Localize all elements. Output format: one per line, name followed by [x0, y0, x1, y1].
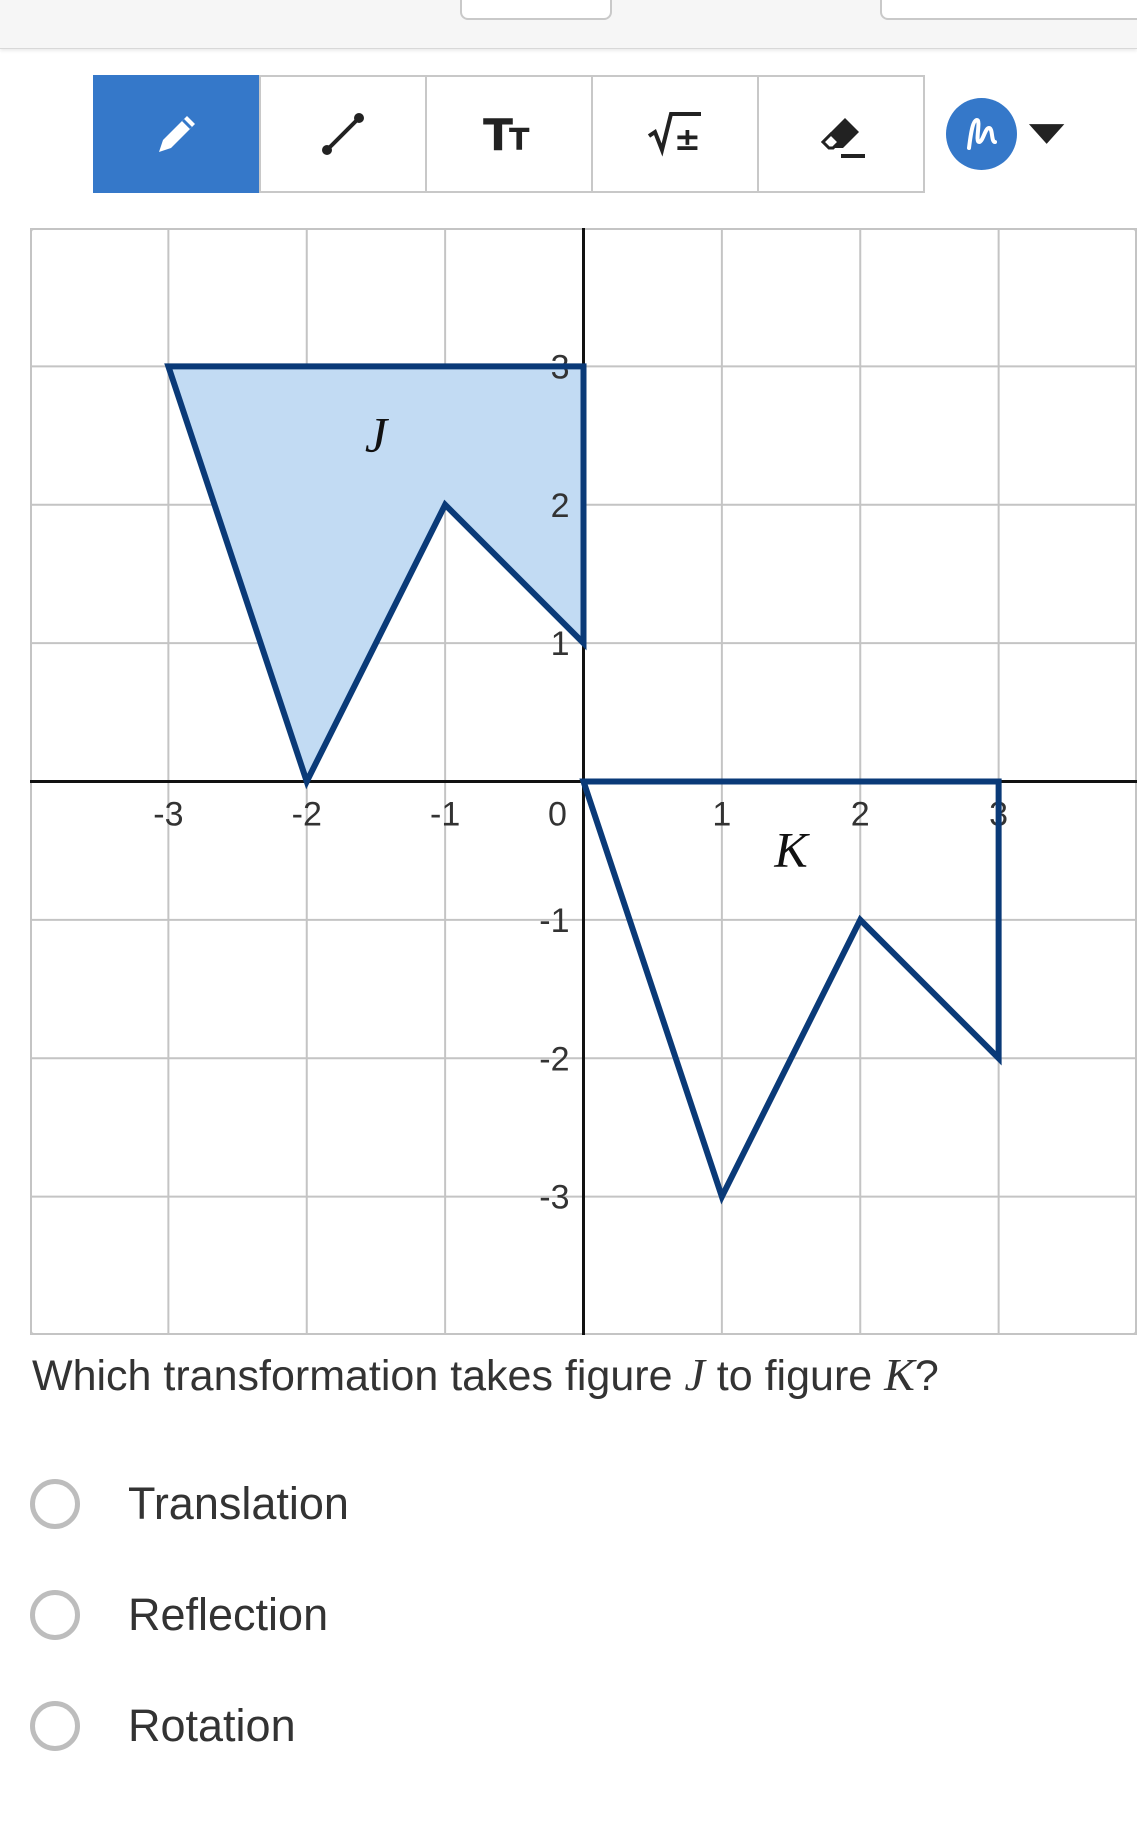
question-var-j: J: [684, 1349, 705, 1400]
top-tab-stub[interactable]: [460, 0, 612, 20]
answer-options: Translation Reflection Rotation: [30, 1448, 349, 1781]
x-tick-label: -3: [153, 796, 183, 834]
y-tick-label: 1: [551, 625, 570, 663]
radio-button[interactable]: [30, 1478, 80, 1529]
svg-text:T: T: [509, 123, 530, 158]
text-size-icon: T T: [483, 110, 530, 161]
eraser-icon: [820, 118, 865, 158]
y-tick-label: -2: [539, 1040, 569, 1078]
eraser-tool-button[interactable]: [757, 75, 925, 193]
option-translation[interactable]: Translation: [30, 1448, 349, 1559]
radio-button[interactable]: [30, 1589, 80, 1640]
x-tick-label: -1: [430, 796, 460, 834]
top-bar: [0, 0, 1137, 49]
figure-j-label: J: [365, 407, 390, 463]
question-text: Which transformation takes figure J to f…: [32, 1348, 1132, 1401]
x-tick-label: 0: [548, 796, 567, 834]
chevron-down-icon: [1028, 124, 1065, 144]
question-var-k: K: [884, 1349, 915, 1400]
pencil-icon: [159, 116, 195, 152]
line-segment-icon: [322, 113, 364, 155]
color-picker-button[interactable]: [946, 98, 1066, 170]
drawing-toolbar: T T ±: [93, 75, 925, 193]
math-tool-button[interactable]: ±: [591, 75, 759, 193]
figure-k-label: K: [773, 822, 810, 878]
question-suffix: ?: [914, 1352, 939, 1400]
scribble-icon: [967, 117, 998, 150]
question-prefix: Which transformation takes figure: [32, 1352, 685, 1400]
pencil-tool-button[interactable]: [93, 75, 261, 193]
color-swatch: [946, 98, 1017, 170]
x-tick-label: 1: [712, 796, 731, 834]
option-rotation[interactable]: Rotation: [30, 1670, 349, 1781]
svg-text:±: ±: [674, 120, 701, 158]
line-tool-button[interactable]: [259, 75, 427, 193]
option-label: Reflection: [128, 1588, 329, 1640]
option-label: Translation: [128, 1477, 349, 1529]
option-label: Rotation: [128, 1699, 296, 1751]
x-tick-label: 2: [851, 796, 870, 834]
top-tab-stub[interactable]: [880, 0, 1137, 20]
math-symbols-icon: ±: [647, 112, 701, 158]
y-tick-label: -3: [539, 1179, 569, 1217]
radio-button[interactable]: [30, 1700, 80, 1751]
coordinate-graph[interactable]: -3 -2 -1 0 1 2 3321-1-2-3JK: [30, 228, 1137, 1335]
y-tick-label: -1: [539, 902, 569, 940]
y-tick-label: 2: [551, 487, 570, 525]
question-middle: to figure: [704, 1352, 885, 1400]
text-tool-button[interactable]: T T: [425, 75, 593, 193]
option-reflection[interactable]: Reflection: [30, 1559, 349, 1670]
x-tick-label: -2: [292, 796, 322, 834]
